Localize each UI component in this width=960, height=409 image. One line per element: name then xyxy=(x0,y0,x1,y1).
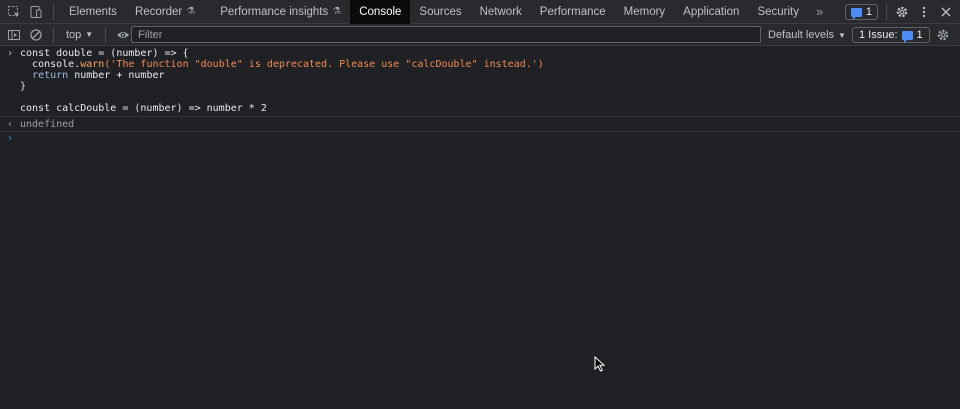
issues-count: 1 xyxy=(916,29,923,41)
message-icon xyxy=(850,7,862,20)
tab-performance[interactable]: Performance xyxy=(531,0,615,24)
result-chevron-icon: ‹ xyxy=(7,119,14,130)
code-method: warn xyxy=(80,59,105,70)
tab-label: Application xyxy=(683,5,740,18)
log-levels-value: Default levels xyxy=(768,29,835,41)
close-icon[interactable] xyxy=(935,0,957,24)
tab-label: Network xyxy=(479,5,522,18)
code-string: ('The function "double" is deprecated. P… xyxy=(104,59,544,70)
code-line: return number + number xyxy=(20,70,960,81)
code-text: number + number xyxy=(68,70,165,81)
issues-label: 1 Issue: xyxy=(859,29,898,41)
more-tabs-chevron-icon: » xyxy=(815,4,824,19)
tab-label: Console xyxy=(359,5,402,18)
console-settings-gear-icon[interactable] xyxy=(932,27,954,43)
tab-label: Recorder xyxy=(134,5,183,18)
sidebar-toggle-icon[interactable] xyxy=(3,23,25,47)
code-line: const calcDouble = (number) => number * … xyxy=(20,103,960,114)
context-value: top xyxy=(66,28,82,41)
tab-label: Memory xyxy=(623,5,666,18)
console-result-entry: ‹ undefined xyxy=(0,117,960,132)
log-levels-dropdown[interactable]: Default levels ▼ xyxy=(768,24,846,46)
context-selector[interactable]: top ▼ xyxy=(60,29,99,41)
devtools-tabbar: Elements Recorder ⚗ Performance insights ⚗… xyxy=(0,0,960,24)
tab-memory[interactable]: Memory xyxy=(615,0,675,24)
code-text: const calcDouble = (number) => number * … xyxy=(20,103,267,114)
tab-label: Security xyxy=(757,5,799,18)
issues-counter-button[interactable]: 1 Issue: 1 xyxy=(852,27,930,43)
console-input-entry: › const double = (number) => { console.w… xyxy=(0,47,960,117)
tabbar-divider xyxy=(886,4,887,20)
console-toolbar: top ▼ Default levels ▼ 1 Issue: 1 xyxy=(0,24,960,46)
code-keyword: return xyxy=(32,70,69,81)
more-tabs-button[interactable]: » xyxy=(808,0,831,24)
dropdown-caret-icon: ▼ xyxy=(838,30,846,40)
tab-label: Elements xyxy=(69,5,117,18)
tab-performance-insights[interactable]: Performance insights ⚗ xyxy=(204,0,350,24)
code-text: } xyxy=(20,81,27,92)
code-text: console. xyxy=(32,59,81,70)
console-prompt[interactable]: › xyxy=(0,132,960,146)
mouse-cursor-icon xyxy=(594,355,606,372)
issue-message-icon xyxy=(901,30,913,43)
code-line: console.warn('The function "double" is d… xyxy=(20,59,960,70)
dropdown-caret-icon: ▼ xyxy=(85,30,94,39)
more-vertical-icon[interactable] xyxy=(913,0,935,24)
filter-input[interactable] xyxy=(131,26,761,43)
tab-network[interactable]: Network xyxy=(471,0,531,24)
tab-console[interactable]: Console xyxy=(350,0,411,24)
tab-security[interactable]: Security xyxy=(748,0,808,24)
tab-label: Performance insights xyxy=(220,5,329,18)
toolbar-divider xyxy=(53,26,54,43)
settings-gear-icon[interactable] xyxy=(891,0,913,24)
device-toolbar-icon[interactable] xyxy=(25,0,47,24)
inspect-element-icon[interactable] xyxy=(3,0,25,24)
experimental-flask-icon: ⚗ xyxy=(332,6,342,17)
experimental-flask-icon: ⚗ xyxy=(186,6,196,17)
tab-label: Sources xyxy=(419,5,462,18)
console-output[interactable]: › const double = (number) => { console.w… xyxy=(0,47,960,409)
toolbar-divider xyxy=(105,26,107,43)
code-text: const double = (number) => { xyxy=(20,48,189,59)
tab-sources[interactable]: Sources xyxy=(410,0,470,24)
prompt-chevron-icon: › xyxy=(7,133,14,144)
tab-application[interactable]: Application xyxy=(674,0,748,24)
messages-count: 1 xyxy=(865,6,872,18)
tabbar-divider xyxy=(53,3,54,20)
tab-elements[interactable]: Elements xyxy=(60,0,126,24)
code-line: const double = (number) => { xyxy=(20,48,960,59)
tab-recorder[interactable]: Recorder ⚗ xyxy=(126,0,204,24)
clear-console-icon[interactable] xyxy=(25,23,47,47)
result-value: undefined xyxy=(20,119,75,130)
code-line: } xyxy=(20,81,960,92)
messages-badge[interactable]: 1 xyxy=(844,4,878,20)
tab-label: Performance xyxy=(539,5,606,18)
prompt-chevron-icon: › xyxy=(7,48,14,59)
